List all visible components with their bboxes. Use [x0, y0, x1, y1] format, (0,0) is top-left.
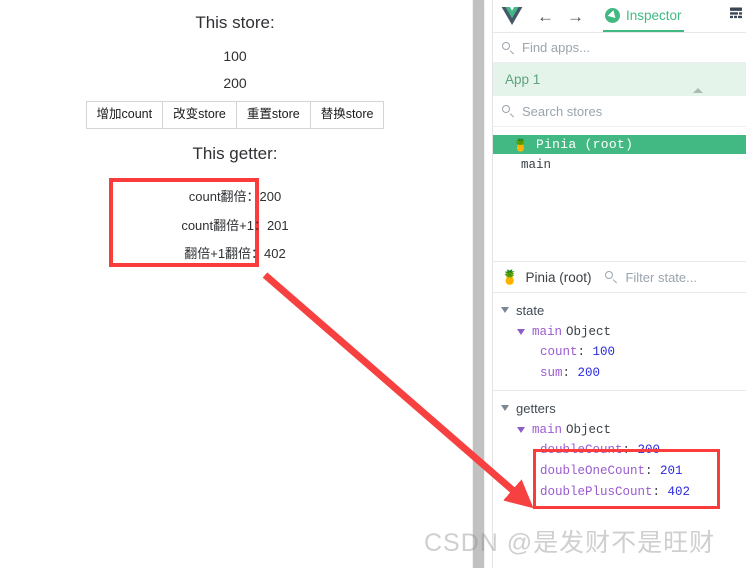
colon: : [645, 464, 661, 478]
forward-arrow-icon[interactable]: → [567, 8, 584, 25]
tab-inspector-label: Inspector [626, 7, 682, 23]
state-section-toggle[interactable]: state [493, 299, 746, 321]
getters-section-toggle[interactable]: getters [493, 397, 746, 419]
getters-prop-double-count[interactable]: doubleCount: 200 [493, 440, 746, 461]
app-selector-label: App 1 [505, 72, 541, 87]
getters-section-label: getters [516, 400, 556, 416]
colon: : [577, 345, 593, 359]
getter-double-plus-count-text: 翻倍+1翻倍：402 [184, 246, 286, 261]
triangle-down-icon [517, 426, 525, 433]
state-prop-sum-key: sum [540, 366, 563, 380]
state-prop-count[interactable]: count: 100 [493, 342, 746, 363]
vue-devtools-panel: ← → Inspector Find apps... App 1 Search … [492, 0, 746, 568]
state-panel-header: 🍍 Pinia (root) Filter state... [493, 262, 746, 293]
getters-prop-double-plus-count-value: 402 [667, 485, 691, 499]
state-main-type: Object [566, 324, 612, 339]
pineapple-icon: 🍍 [513, 137, 528, 152]
store-count-value: 100 [223, 48, 247, 64]
getters-prop-double-one-count-key: doubleOneCount [540, 464, 646, 478]
app-selector[interactable]: App 1 [493, 63, 746, 96]
getters-prop-double-one-count-value: 201 [660, 464, 683, 478]
state-prop-sum[interactable]: sum: 200 [493, 363, 746, 384]
timeline-icon[interactable] [728, 6, 744, 22]
state-section: state main Object count: 100 sum: 200 [493, 299, 746, 391]
search-icon [605, 271, 617, 283]
increase-count-button[interactable]: 增加count [85, 101, 163, 129]
getters-main-object-toggle[interactable]: main Object [493, 419, 746, 440]
state-prop-sum-value: 200 [577, 366, 601, 380]
change-store-button[interactable]: 改变store [162, 101, 236, 129]
back-arrow-icon[interactable]: ← [537, 8, 554, 25]
triangle-down-icon [501, 307, 509, 313]
getters-prop-double-count-value: 200 [637, 443, 661, 457]
inspector-body: state main Object count: 100 sum: 200 ge… [493, 293, 746, 509]
devtools-header: ← → Inspector [493, 0, 746, 33]
getters-main-key: main [532, 422, 563, 437]
colon: : [622, 443, 638, 457]
tree-item-pinia-root-label: Pinia (root) [535, 137, 634, 152]
state-main-object-toggle[interactable]: main Object [493, 321, 746, 342]
getters-prop-double-one-count[interactable]: doubleOneCount: 201 [493, 461, 746, 482]
getters-section: getters main Object doubleCount: 200 dou… [493, 391, 746, 509]
search-icon [502, 41, 514, 54]
getter-double-count-text: count翻倍：200 [188, 189, 282, 204]
store-action-button-row: 增加count 改变store 重置store 替换store [0, 101, 470, 129]
this-getter-title: This getter: [192, 144, 278, 163]
triangle-down-icon [501, 405, 509, 411]
getters-prop-double-count-key: doubleCount [540, 443, 623, 457]
filter-state-input[interactable]: Filter state... [625, 270, 697, 285]
compass-icon [605, 7, 620, 23]
state-section-label: state [516, 302, 545, 318]
colon: : [562, 366, 578, 380]
tab-inspector[interactable]: Inspector [603, 1, 684, 32]
replace-store-button[interactable]: 替换store [309, 101, 385, 129]
getters-main-type: Object [566, 422, 612, 437]
getters-prop-double-plus-count[interactable]: doublePlusCount: 402 [493, 482, 746, 503]
reset-store-button[interactable]: 重置store [235, 101, 310, 129]
tree-item-pinia-root[interactable]: 🍍 Pinia (root) [493, 135, 746, 154]
search-icon [502, 105, 514, 117]
triangle-down-icon [517, 328, 525, 335]
this-store-title: This store: [195, 13, 275, 32]
find-apps-row[interactable]: Find apps... [493, 33, 746, 63]
page-scrollbar-thumb[interactable] [473, 0, 484, 568]
state-prop-count-key: count [540, 345, 578, 359]
state-main-key: main [532, 324, 563, 339]
pineapple-icon: 🍍 [501, 269, 519, 285]
getters-prop-double-plus-count-key: doublePlusCount [540, 485, 653, 499]
search-stores-input[interactable]: Search stores [522, 104, 602, 119]
getter-double-one-count-text: count翻倍+1：201 [181, 218, 289, 233]
tree-item-main[interactable]: main [493, 158, 746, 172]
state-panel-title: Pinia (root) [525, 269, 592, 285]
chevron-up-icon [693, 88, 703, 93]
state-prop-count-value: 100 [592, 345, 616, 359]
search-stores-row[interactable]: Search stores [493, 96, 746, 127]
vue-logo-icon [501, 7, 523, 25]
find-apps-input[interactable]: Find apps... [522, 40, 590, 55]
demo-app-page: This store: 100 200 增加count 改变store 重置st… [0, 0, 470, 568]
store-tree: 🍍 Pinia (root) main [493, 127, 746, 262]
colon: : [652, 485, 668, 499]
store-sum-value: 200 [223, 75, 247, 91]
